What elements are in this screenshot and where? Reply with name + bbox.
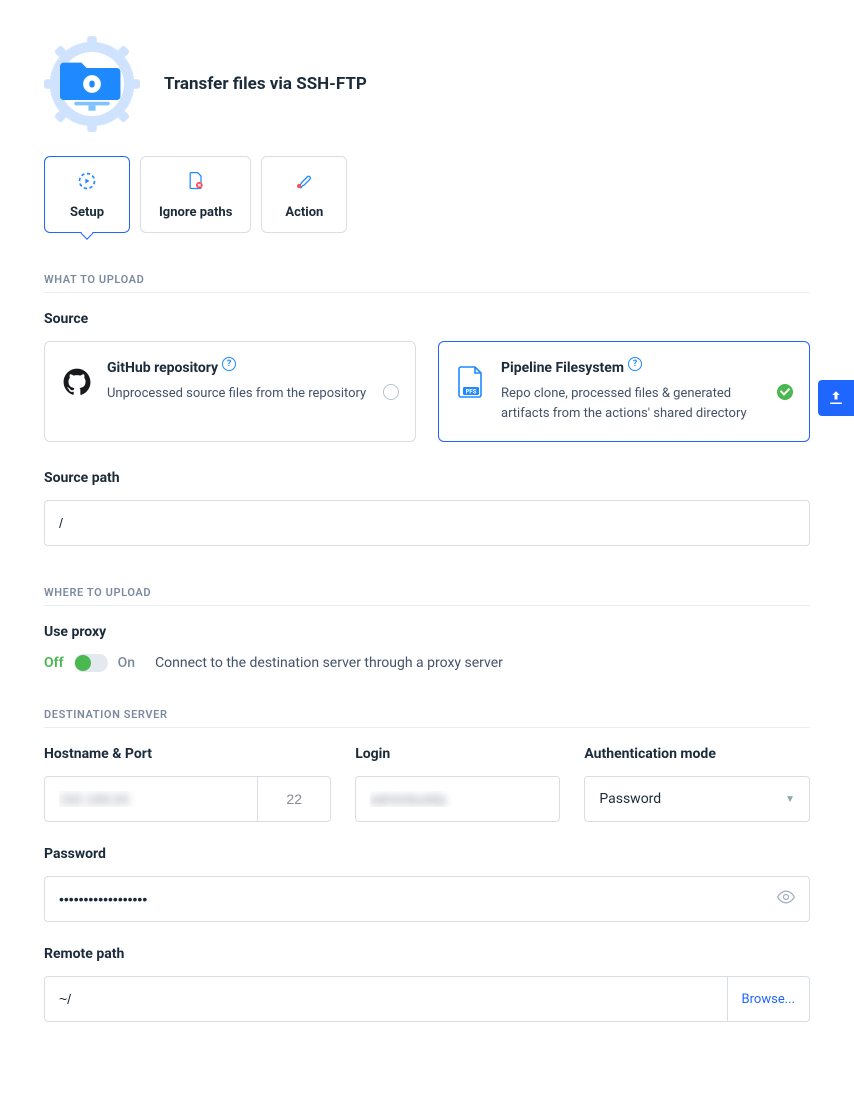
tab-setup[interactable]: Setup — [44, 156, 130, 233]
tab-ignore-paths[interactable]: Ignore paths — [140, 156, 251, 233]
tab-label: Ignore paths — [159, 205, 232, 220]
section-where-to-upload: WHERE TO UPLOAD — [44, 586, 810, 606]
chevron-down-icon: ▼ — [785, 794, 795, 805]
pipeline-filesystem-icon: PFS — [455, 366, 487, 398]
eye-icon[interactable] — [776, 887, 796, 911]
check-selected-icon — [777, 384, 793, 400]
auth-mode-value: Password — [599, 791, 661, 807]
proxy-help-text: Connect to the destination server throug… — [155, 655, 503, 671]
port-input[interactable] — [257, 776, 331, 822]
toggle-off-label: Off — [44, 655, 64, 671]
upload-icon — [827, 389, 845, 407]
source-github-title-row: GitHub repository ? — [107, 360, 366, 376]
feedback-tab[interactable] — [818, 380, 854, 416]
password-label: Password — [44, 846, 810, 862]
tab-label: Action — [285, 205, 323, 220]
tabs: Setup Ignore paths Action — [44, 156, 810, 233]
hostname-input[interactable] — [44, 776, 257, 822]
remote-path-label: Remote path — [44, 946, 810, 962]
source-github-desc: Unprocessed source files from the reposi… — [107, 384, 366, 404]
help-icon[interactable]: ? — [628, 357, 642, 371]
proxy-toggle[interactable] — [74, 654, 108, 672]
toggle-knob — [75, 655, 91, 671]
source-path-input[interactable] — [44, 500, 810, 546]
source-path-label: Source path — [44, 470, 810, 486]
remote-path-input[interactable] — [44, 976, 727, 1022]
source-pipeline-title: Pipeline Filesystem — [501, 360, 624, 376]
brush-icon — [294, 171, 314, 191]
password-input[interactable] — [44, 876, 810, 922]
use-proxy-label: Use proxy — [44, 624, 810, 640]
source-pipeline-card[interactable]: PFS Pipeline Filesystem ? Repo clone, pr… — [438, 341, 810, 442]
tab-label: Setup — [70, 205, 104, 220]
source-github-title: GitHub repository — [107, 360, 218, 376]
github-icon — [61, 366, 93, 398]
source-github-card[interactable]: GitHub repository ? Unprocessed source f… — [44, 341, 416, 442]
radio-unselected-icon — [383, 384, 399, 400]
page-header: Transfer files via SSH-FTP — [44, 36, 810, 132]
source-label: Source — [44, 311, 810, 327]
section-what-to-upload: WHAT TO UPLOAD — [44, 273, 810, 293]
file-x-icon — [186, 171, 206, 191]
auth-mode-label: Authentication mode — [584, 746, 810, 762]
help-icon[interactable]: ? — [222, 357, 236, 371]
auth-mode-select[interactable]: Password ▼ — [584, 776, 810, 822]
login-input[interactable] — [355, 776, 560, 822]
source-cards: GitHub repository ? Unprocessed source f… — [44, 341, 810, 442]
source-pipeline-desc: Repo clone, processed files & generated … — [501, 384, 763, 423]
login-label: Login — [355, 746, 560, 762]
gear-play-icon — [77, 171, 97, 191]
page-icon-badge — [44, 36, 140, 132]
page-title: Transfer files via SSH-FTP — [164, 74, 367, 94]
svg-text:PFS: PFS — [466, 389, 477, 396]
browse-button[interactable]: Browse... — [727, 976, 810, 1022]
folder-lock-icon — [60, 36, 124, 132]
hostname-port-label: Hostname & Port — [44, 746, 331, 762]
proxy-toggle-row: Off On Connect to the destination server… — [44, 654, 810, 672]
section-destination-server: DESTINATION SERVER — [44, 708, 810, 728]
tab-action[interactable]: Action — [261, 156, 347, 233]
toggle-on-label: On — [118, 655, 135, 671]
source-pipeline-title-row: Pipeline Filesystem ? — [501, 360, 763, 376]
